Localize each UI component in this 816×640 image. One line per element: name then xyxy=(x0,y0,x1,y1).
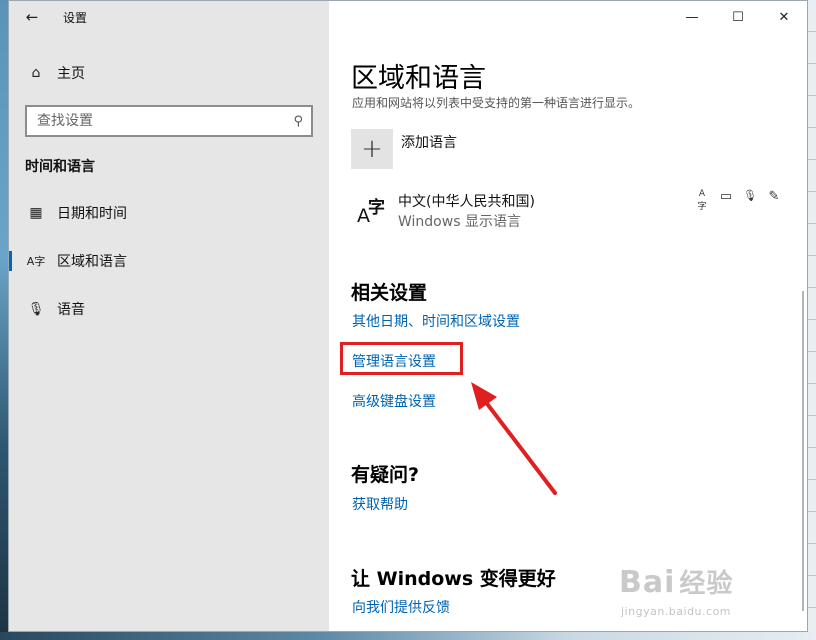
other-date-time-region-link[interactable]: 其他日期、时间和区域设置 xyxy=(352,311,520,331)
settings-window: ← 设置 ⌂ 主页 ⚲ 时间和语言 ▦ 日期和时间 A字 区域和语言 🎙 语音 … xyxy=(8,0,808,632)
give-feedback-link[interactable]: 向我们提供反馈 xyxy=(352,597,450,617)
display-language-icon: ▭ xyxy=(719,189,733,204)
language-list-item[interactable]: A 字 中文(中华人民共和国) Windows 显示语言 A字 ▭ 🎙 ✎ xyxy=(351,189,781,233)
main-panel: — ☐ ✕ 区域和语言 应用和网站将以列表中受支持的第一种语言进行显示。 + 添… xyxy=(329,1,807,631)
language-name: 中文(中华人民共和国) xyxy=(398,194,535,210)
desktop-background-right xyxy=(808,0,816,640)
calendar-clock-icon: ▦ xyxy=(29,205,43,221)
microphone-icon: 🎙 xyxy=(27,301,45,317)
feedback-heading: 让 Windows 变得更好 xyxy=(351,568,556,590)
desktop-background-bottom xyxy=(0,632,816,640)
baidu-jingyan-watermark: Bai 经验 jingyan.baidu.com xyxy=(619,563,789,625)
annotation-highlight-box xyxy=(340,342,463,375)
sidebar-item-label: 主页 xyxy=(57,66,85,82)
language-glyph-icon: A 字 xyxy=(357,198,385,227)
back-button[interactable]: ← xyxy=(9,1,55,33)
language-icon: A字 xyxy=(26,255,46,268)
sidebar-item-speech[interactable]: 🎙 语音 xyxy=(9,289,329,329)
close-button[interactable]: ✕ xyxy=(761,1,807,33)
app-title: 设置 xyxy=(63,10,88,25)
sidebar-item-home[interactable]: ⌂ 主页 xyxy=(9,53,329,93)
speech-icon: 🎙 xyxy=(743,189,757,202)
minimize-icon: — xyxy=(685,9,699,25)
sidebar-item-label: 日期和时间 xyxy=(57,206,127,222)
advanced-keyboard-settings-link[interactable]: 高级键盘设置 xyxy=(352,391,436,411)
related-settings-heading: 相关设置 xyxy=(351,282,428,304)
sidebar-item-region-language[interactable]: A字 区域和语言 xyxy=(9,241,329,281)
language-feature-icons: A字 ▭ 🎙 ✎ xyxy=(695,189,781,212)
watermark-brand-cn: 经验 xyxy=(679,569,734,599)
section-title: 时间和语言 xyxy=(25,159,95,175)
language-subtitle: Windows 显示语言 xyxy=(398,214,521,230)
question-heading: 有疑问? xyxy=(351,464,420,486)
close-icon: ✕ xyxy=(778,9,790,25)
sidebar-item-label: 语音 xyxy=(57,302,85,318)
get-help-link[interactable]: 获取帮助 xyxy=(352,494,408,514)
maximize-icon: ☐ xyxy=(732,9,744,25)
add-language-label: 添加语言 xyxy=(401,135,457,151)
sidebar-item-label: 区域和语言 xyxy=(57,254,127,270)
watermark-brand: Bai xyxy=(619,565,676,600)
title-bar: ← 设置 xyxy=(9,1,329,33)
desktop-background-left xyxy=(0,0,8,640)
back-arrow-icon: ← xyxy=(25,8,39,26)
search-icon[interactable]: ⚲ xyxy=(293,114,303,129)
handwriting-icon: ✎ xyxy=(768,189,780,204)
sidebar: ← 设置 ⌂ 主页 ⚲ 时间和语言 ▦ 日期和时间 A字 区域和语言 🎙 语音 xyxy=(9,1,329,631)
maximize-button[interactable]: ☐ xyxy=(715,1,761,33)
home-icon: ⌂ xyxy=(31,65,41,81)
page-description: 应用和网站将以列表中受支持的第一种语言进行显示。 xyxy=(352,96,641,110)
search-input[interactable] xyxy=(37,113,277,129)
page-title: 区域和语言 xyxy=(351,63,486,94)
scrollbar[interactable] xyxy=(802,291,804,611)
minimize-button[interactable]: — xyxy=(669,1,715,33)
search-box[interactable]: ⚲ xyxy=(25,105,313,137)
text-language-icon: A字 xyxy=(697,189,707,212)
plus-icon: + xyxy=(351,129,393,169)
add-language-button[interactable]: + 添加语言 xyxy=(351,129,457,169)
sidebar-item-date-time[interactable]: ▦ 日期和时间 xyxy=(9,193,329,233)
window-controls: — ☐ ✕ xyxy=(669,1,807,33)
watermark-url: jingyan.baidu.com xyxy=(621,605,732,618)
